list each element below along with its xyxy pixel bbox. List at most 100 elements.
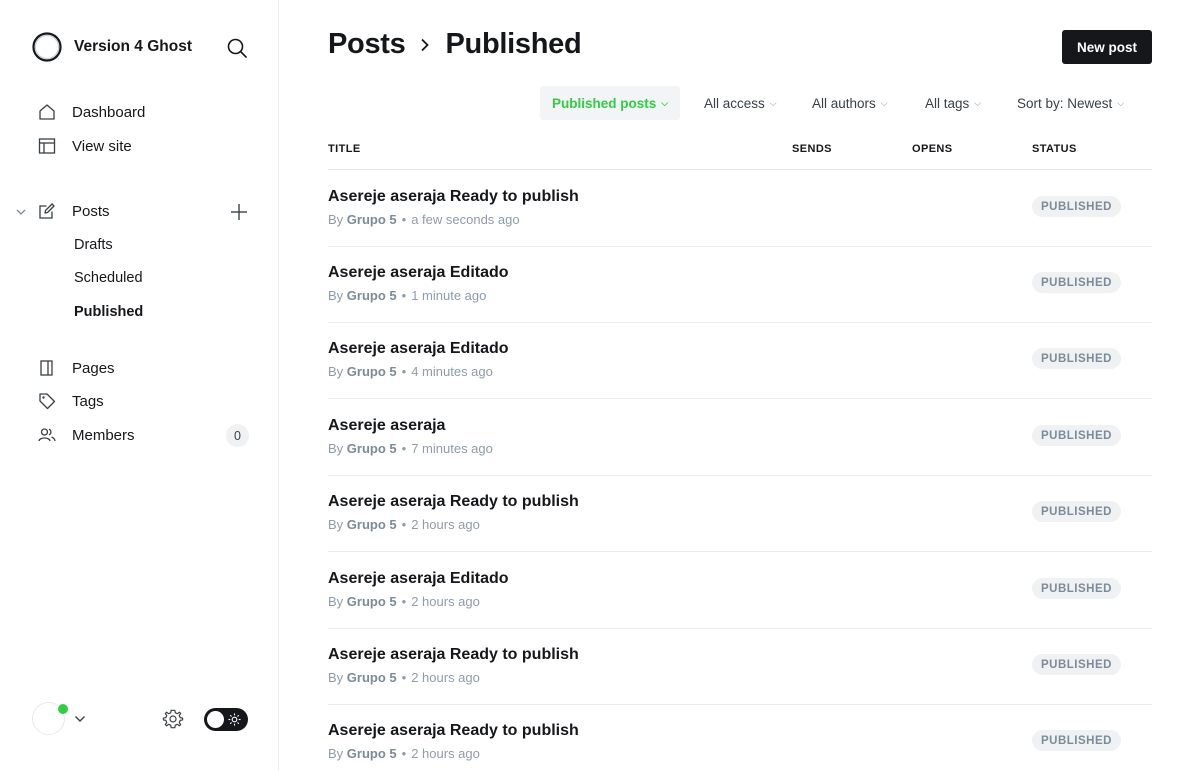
filter-access-label: All access [704, 95, 765, 111]
by-label: By [328, 364, 344, 379]
nav-posts-label: Posts [72, 202, 110, 220]
sort-dropdown[interactable]: Sort by: Newest ⌵ [1017, 86, 1124, 120]
page-icon [40, 360, 53, 376]
page-title: Posts Published [328, 28, 582, 61]
nav-members-label: Members [72, 426, 135, 444]
chevron-down-icon: ⌵ [1117, 97, 1125, 108]
by-label: By [328, 288, 344, 303]
table-row[interactable]: Asereje aseraja Ready to publish By Grup… [328, 628, 1152, 705]
filter-authors-dropdown[interactable]: All authors ⌵ [812, 86, 888, 120]
nav-pages[interactable]: Pages [38, 359, 115, 377]
post-title: Asereje aseraja Ready to publish [328, 646, 579, 663]
status-badge: PUBLISHED [1032, 578, 1121, 599]
separator-dot: • [401, 594, 407, 609]
sun-icon [228, 713, 241, 726]
table-row[interactable]: Asereje aseraja Editado By Grupo 5 • 2 hou… [328, 552, 1152, 629]
site-brand[interactable]: Version 4 Ghost [32, 32, 192, 62]
separator-dot: • [401, 670, 407, 685]
by-label: By [328, 746, 344, 761]
post-title: Asereje aseraja Editado [328, 264, 509, 281]
nav-dashboard-label: Dashboard [72, 103, 146, 121]
filter-access-dropdown[interactable]: All access ⌵ [704, 86, 777, 120]
post-time: 1 minute ago [411, 288, 487, 303]
filter-type-dropdown[interactable]: Published posts ⌵ [540, 86, 681, 120]
online-status-dot [57, 703, 69, 715]
status-badge: PUBLISHED [1032, 654, 1121, 675]
sidebar: Version 4 Ghost Dashboard View site Post… [0, 0, 279, 771]
column-header-title: TITLE [328, 143, 361, 155]
post-title: Asereje aseraja Ready to publish [328, 722, 579, 739]
nav-dashboard[interactable]: Dashboard [38, 103, 145, 121]
post-meta: By Grupo 5 • 1 minute ago [328, 288, 486, 303]
gear-icon[interactable] [162, 708, 184, 730]
new-post-button[interactable]: New post [1062, 30, 1152, 64]
post-meta: By Grupo 5 • 2 hours ago [328, 594, 480, 609]
post-title: Asereje aseraja Editado [328, 570, 509, 587]
status-badge: PUBLISHED [1032, 348, 1121, 369]
chevron-down-icon: ⌵ [661, 97, 669, 108]
separator-dot: • [401, 364, 407, 379]
nav-drafts[interactable]: Drafts [74, 237, 113, 253]
column-header-sends: SENDS [792, 143, 832, 155]
post-meta: By Grupo 5 • 2 hours ago [328, 670, 480, 685]
main-content: Posts Published New post Published posts… [280, 0, 1200, 771]
post-author: Grupo 5 [346, 594, 397, 609]
post-author: Grupo 5 [346, 364, 397, 379]
nav-posts[interactable]: Posts [38, 202, 110, 220]
layout-icon [38, 138, 56, 154]
edit-icon [39, 203, 55, 219]
toggle-knob [207, 711, 224, 728]
chevron-down-icon: ⌵ [974, 97, 982, 108]
site-logo-icon [32, 32, 62, 62]
column-header-opens: OPENS [912, 143, 953, 155]
nav-members[interactable]: Members [38, 426, 135, 444]
chevron-down-icon[interactable] [14, 205, 28, 219]
table-row[interactable]: Asereje aseraja Ready to publish By Grup… [328, 170, 1152, 247]
post-author: Grupo 5 [346, 746, 397, 761]
separator-dot: • [401, 441, 407, 456]
post-title: Asereje aseraja Editado [328, 340, 509, 357]
search-icon[interactable] [226, 37, 248, 59]
nav-tags[interactable]: Tags [38, 392, 104, 410]
by-label: By [328, 212, 344, 227]
chevron-down-icon: ⌵ [880, 97, 888, 108]
members-icon [38, 428, 56, 442]
separator-dot: • [401, 288, 407, 303]
post-time: a few seconds ago [411, 212, 520, 227]
table-row[interactable]: Asereje aseraja By Grupo 5 • 7 minutes ago… [328, 399, 1152, 476]
nav-scheduled[interactable]: Scheduled [74, 270, 143, 286]
post-author: Grupo 5 [346, 441, 397, 456]
nav-published[interactable]: Published [74, 304, 143, 320]
add-post-icon[interactable] [229, 202, 249, 222]
status-badge: PUBLISHED [1032, 425, 1121, 446]
separator-dot: • [401, 746, 407, 761]
nav-view-site[interactable]: View site [38, 137, 132, 155]
table-row[interactable]: Asereje aseraja Ready to publish By Grup… [328, 704, 1152, 771]
status-badge: PUBLISHED [1032, 272, 1121, 293]
post-title: Asereje aseraja [328, 417, 446, 434]
status-badge: PUBLISHED [1032, 196, 1121, 217]
post-author: Grupo 5 [346, 288, 397, 303]
site-name: Version 4 Ghost [74, 38, 193, 55]
page-title-text: Published [445, 28, 582, 60]
status-badge: PUBLISHED [1032, 730, 1121, 751]
breadcrumb-posts[interactable]: Posts [328, 28, 406, 61]
post-time: 7 minutes ago [411, 441, 493, 456]
post-time: 4 minutes ago [411, 364, 493, 379]
filter-tags-dropdown[interactable]: All tags ⌵ [925, 86, 981, 120]
separator-dot: • [401, 517, 407, 532]
post-time: 2 hours ago [411, 746, 480, 761]
by-label: By [328, 594, 344, 609]
table-row[interactable]: Asereje aseraja Editado By Grupo 5 • 4 min… [328, 322, 1152, 399]
filter-type-label: Published posts [552, 95, 657, 111]
nav-view-site-label: View site [72, 137, 132, 155]
table-row[interactable]: Asereje aseraja Ready to publish By Grup… [328, 475, 1152, 552]
sort-label: Sort by: Newest [1017, 95, 1113, 111]
theme-toggle[interactable] [204, 708, 248, 731]
status-badge: PUBLISHED [1032, 501, 1121, 522]
table-row[interactable]: Asereje aseraja Editado By Grupo 5 • 1 min… [328, 246, 1152, 323]
chevron-down-icon[interactable] [73, 712, 87, 726]
tag-icon [39, 393, 56, 410]
filter-authors-label: All authors [812, 95, 876, 111]
by-label: By [328, 517, 344, 532]
